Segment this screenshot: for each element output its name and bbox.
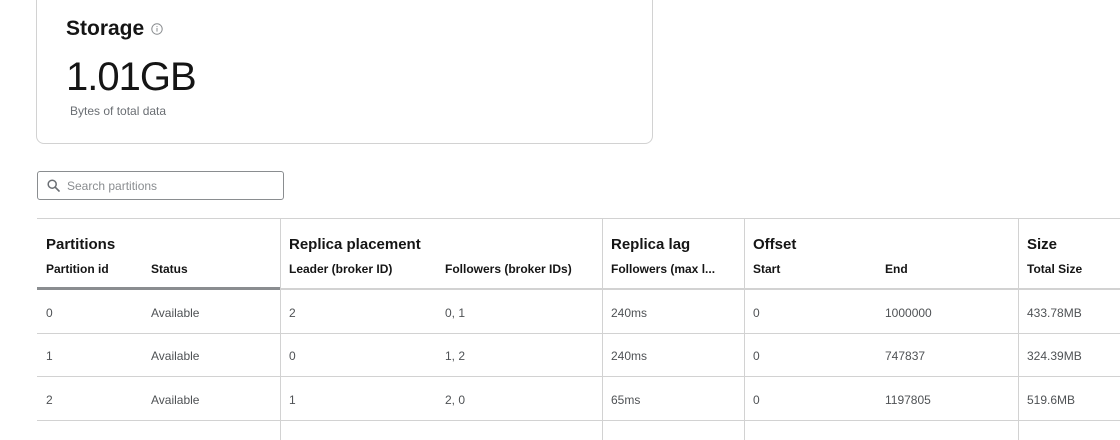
column-divider [280,218,281,440]
search-partitions-field[interactable] [37,171,284,200]
cell-partition-id: 1 [46,349,53,363]
column-header-offset-start[interactable]: Start [753,262,780,276]
group-header-replica-lag: Replica lag [611,236,691,253]
column-header-replica-lag[interactable]: Followers (max l... [611,262,715,276]
cell-partition-id: 2 [46,393,53,407]
column-header-followers[interactable]: Followers (broker IDs) [445,262,572,276]
cell-followers: 0, 1 [445,306,466,320]
cell-total-size: 519.6MB [1027,393,1076,407]
cell-followers: 1, 2 [445,349,466,363]
cell-leader: 2 [289,306,296,320]
cell-offset-end: 1000000 [885,306,932,320]
cell-status: Available [151,349,200,363]
sorted-column-indicator [37,287,280,290]
storage-title-row: Storage [66,17,163,41]
column-header-leader[interactable]: Leader (broker ID) [289,262,392,276]
cell-total-size: 433.78MB [1027,306,1082,320]
column-divider [602,218,603,440]
storage-caption: Bytes of total data [70,104,167,118]
storage-value: 1.01GB [66,55,197,99]
cell-status: Available [151,393,200,407]
cell-partition-id: 0 [46,306,53,320]
storage-card: Storage 1.01GB Bytes of total data [36,0,653,144]
column-header-total-size[interactable]: Total Size [1027,262,1082,276]
group-header-replica-placement: Replica placement [289,236,421,253]
column-header-status[interactable]: Status [151,262,188,276]
group-header-offset: Offset [753,236,797,253]
column-divider [1018,218,1019,440]
info-circle-icon[interactable] [151,23,163,35]
storage-title: Storage [66,17,145,40]
cell-replica-lag: 240ms [611,306,648,320]
header-bottom-border [280,288,1120,290]
row-divider [37,376,1120,377]
cell-leader: 0 [289,349,296,363]
search-icon [47,179,60,192]
column-header-partition-id[interactable]: Partition id [46,262,109,276]
row-divider [37,333,1120,334]
cell-offset-start: 0 [753,306,760,320]
cell-status: Available [151,306,200,320]
cell-leader: 1 [289,393,296,407]
cell-offset-end: 747837 [885,349,926,363]
column-header-offset-end[interactable]: End [885,262,908,276]
cell-offset-start: 0 [753,393,760,407]
partitions-table: Partitions Replica placement Replica lag… [37,218,1120,440]
cell-replica-lag: 240ms [611,349,648,363]
cell-replica-lag: 65ms [611,393,641,407]
cell-offset-start: 0 [753,349,760,363]
search-input[interactable] [67,178,277,193]
cell-total-size: 324.39MB [1027,349,1082,363]
group-header-size: Size [1027,236,1058,253]
cell-offset-end: 1197805 [885,393,931,407]
column-divider [744,218,745,440]
cell-followers: 2, 0 [445,393,466,407]
group-header-partitions: Partitions [46,236,116,253]
row-divider [37,420,1120,421]
table-top-border [37,218,1120,219]
